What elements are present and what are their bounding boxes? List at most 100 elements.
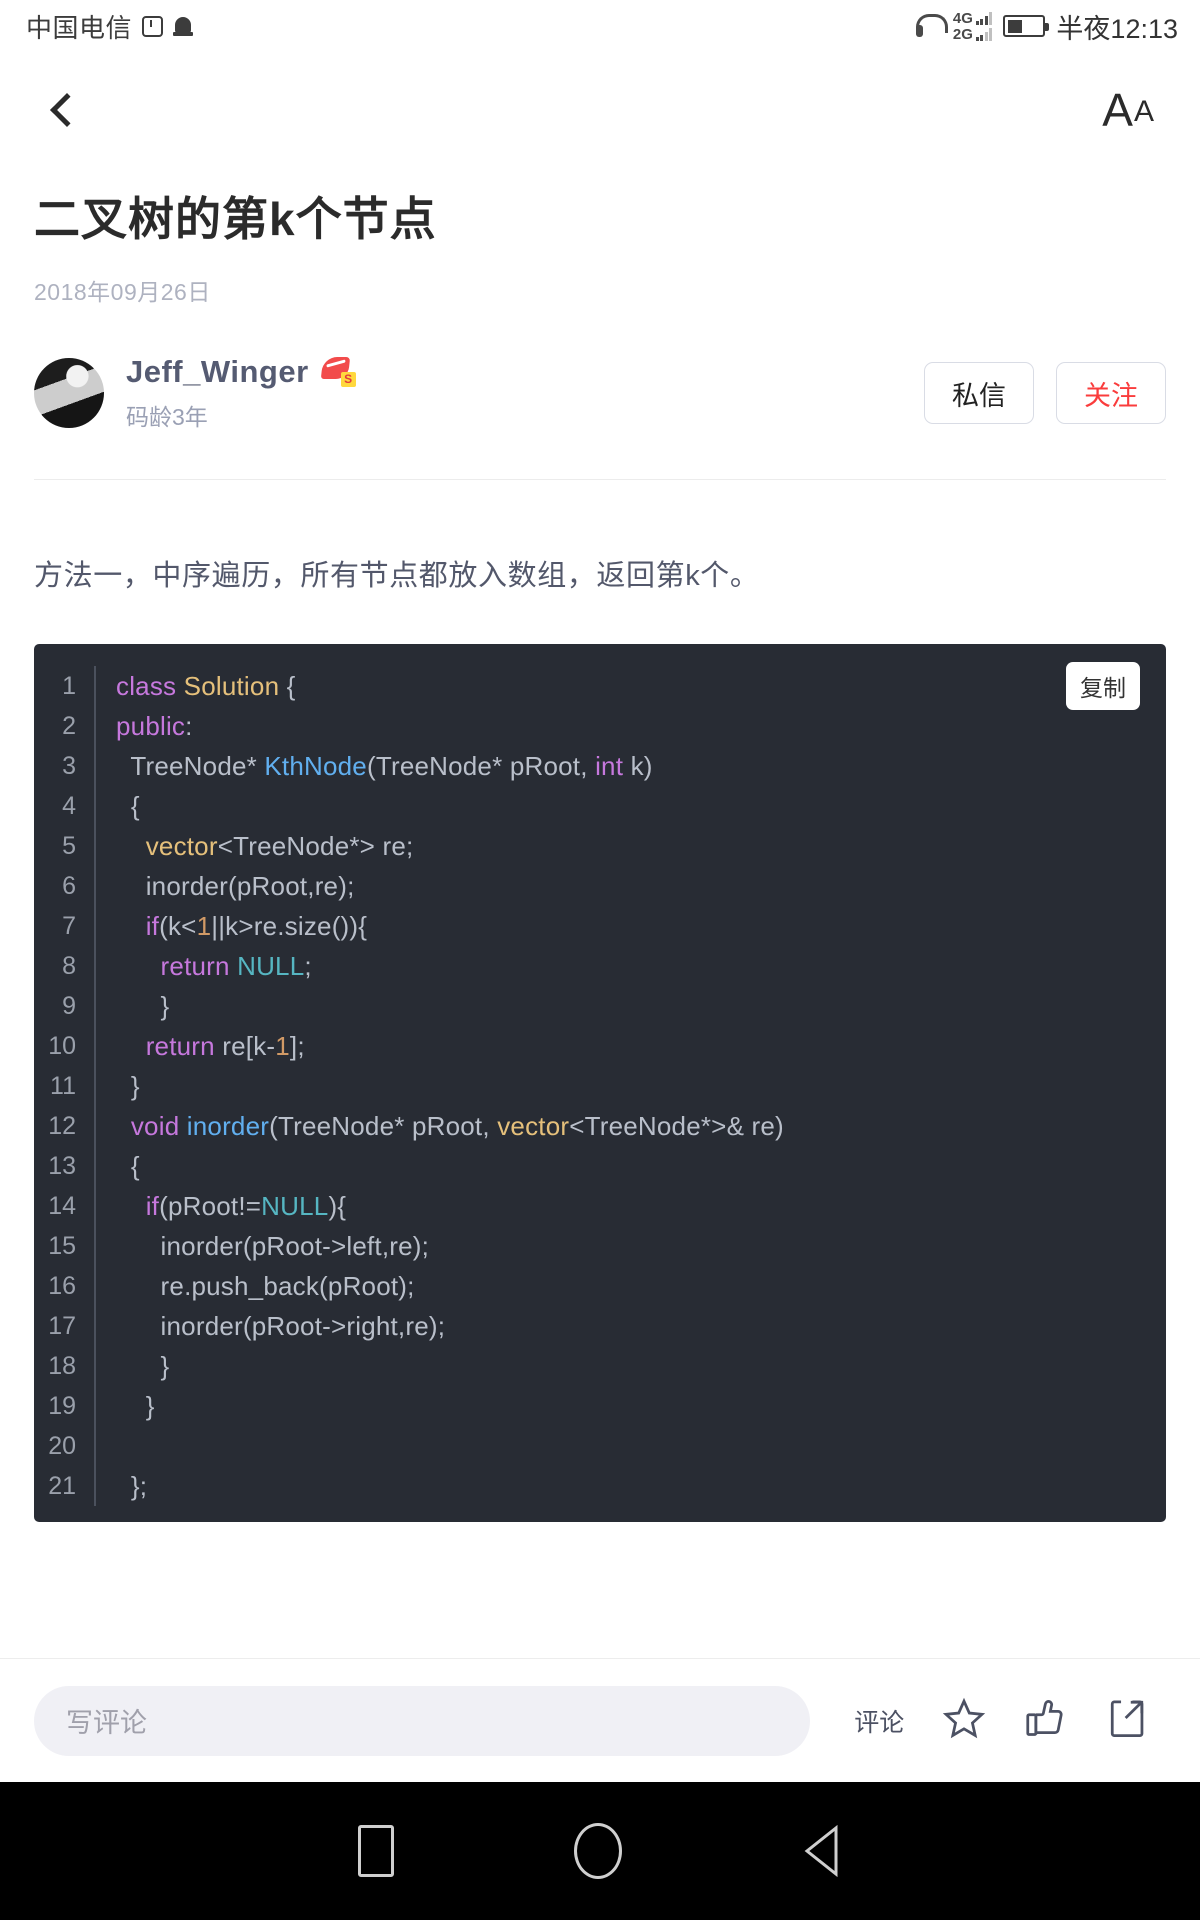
code-source: } xyxy=(96,1351,170,1382)
code-source: } xyxy=(96,1391,155,1422)
line-number: 11 xyxy=(50,1071,76,1100)
code-source: if(pRoot!=NULL){ xyxy=(96,1191,346,1222)
code-source: TreeNode* KthNode(TreeNode* pRoot, int k… xyxy=(96,751,653,782)
code-line: 3 TreeNode* KthNode(TreeNode* pRoot, int… xyxy=(34,746,1166,786)
home-circle-icon[interactable] xyxy=(574,1823,622,1879)
signal-icon: 4G 2G xyxy=(952,10,993,42)
app-nav-bar: A A xyxy=(0,52,1200,168)
code-token: TreeNode* xyxy=(130,750,265,781)
author-name[interactable]: Jeff_Winger xyxy=(126,354,309,390)
follow-button[interactable]: 关注 xyxy=(1056,362,1166,424)
line-number: 6 xyxy=(62,871,76,900)
author-row: Jeff_Winger S 码龄3年 私信 关注 xyxy=(34,351,1166,435)
code-line: 7 if(k<1||k>re.size()){ xyxy=(34,906,1166,946)
comment-placeholder: 写评论 xyxy=(66,1708,147,1738)
author-meta: Jeff_Winger S 码龄3年 xyxy=(126,354,924,432)
code-token: vector xyxy=(497,1110,570,1141)
code-token: NULL xyxy=(261,1190,329,1221)
back-button[interactable] xyxy=(34,80,94,140)
article-paragraph: 方法一，中序遍历，所有节点都放入数组，返回第k个。 xyxy=(34,560,760,592)
code-line: 2 public: xyxy=(34,706,1166,746)
status-bar-left: 中国电信 xyxy=(26,8,194,45)
line-number: 3 xyxy=(62,751,76,780)
android-navigation-bar xyxy=(0,1782,1200,1920)
code-token: <TreeNode*> re; xyxy=(217,830,414,861)
code-token: ]; xyxy=(289,1030,305,1061)
avatar[interactable] xyxy=(34,358,104,428)
line-number: 5 xyxy=(62,831,76,860)
back-chevron-icon xyxy=(50,93,84,127)
code-token: (TreeNode* pRoot, xyxy=(366,750,596,781)
badge-letter: S xyxy=(340,372,356,387)
code-source: return re[k-1]; xyxy=(96,1031,305,1062)
code-line: 10 return re[k-1]; xyxy=(34,1026,1166,1066)
code-token: inorder xyxy=(186,1110,270,1141)
signal-primary-label: 4G xyxy=(952,10,973,27)
like-button[interactable] xyxy=(1023,1695,1067,1746)
code-line: 16 re.push_back(pRoot); xyxy=(34,1266,1166,1306)
code-line: 21 }; xyxy=(34,1466,1166,1506)
code-source: inorder(pRoot,re); xyxy=(96,871,355,902)
code-line: 1 class Solution { xyxy=(34,666,1166,706)
code-gutter xyxy=(94,1426,96,1466)
line-number: 21 xyxy=(48,1471,76,1500)
code-source: inorder(pRoot->right,re); xyxy=(96,1311,445,1342)
author-level-badge-icon: S xyxy=(320,357,356,387)
code-token: int xyxy=(595,750,624,781)
code-line: 12 void inorder(TreeNode* pRoot, vector<… xyxy=(34,1106,1166,1146)
copy-code-button[interactable]: 复制 xyxy=(1066,662,1140,710)
code-token: re[k- xyxy=(222,1030,276,1061)
private-message-button[interactable]: 私信 xyxy=(924,362,1034,424)
favorite-button[interactable] xyxy=(941,1696,987,1745)
code-token: NULL xyxy=(237,950,305,981)
code-token: if xyxy=(145,910,160,941)
code-line: 20 xyxy=(34,1426,1166,1466)
code-line: 19 } xyxy=(34,1386,1166,1426)
code-token: return xyxy=(145,1030,223,1061)
line-number: 20 xyxy=(48,1431,76,1460)
line-number: 13 xyxy=(48,1151,76,1180)
line-number: 17 xyxy=(48,1311,76,1340)
share-button[interactable] xyxy=(1104,1695,1148,1746)
code-token: class xyxy=(116,670,184,701)
code-token: }; xyxy=(130,1470,148,1501)
code-lines[interactable]: 1 class Solution {2 public: 3 TreeNode* Kth… xyxy=(34,644,1166,1522)
code-line: 6 inorder(pRoot,re); xyxy=(34,866,1166,906)
code-token: { xyxy=(130,790,140,821)
line-number: 4 xyxy=(62,791,76,820)
code-token: vector xyxy=(145,830,218,861)
code-token: void xyxy=(130,1110,187,1141)
code-token: if xyxy=(145,1190,160,1221)
share-icon xyxy=(1110,1700,1144,1737)
recents-square-icon[interactable] xyxy=(358,1825,394,1877)
code-token: inorder(pRoot,re); xyxy=(145,870,355,901)
code-token: k) xyxy=(623,750,653,781)
code-token: { xyxy=(130,1150,140,1181)
code-token: : xyxy=(185,710,193,741)
code-source: if(k<1||k>re.size()){ xyxy=(96,911,367,942)
code-token: { xyxy=(279,670,296,701)
header-divider xyxy=(34,479,1166,480)
comment-count-button[interactable]: 评论 xyxy=(854,1703,904,1739)
code-source: re.push_back(pRoot); xyxy=(96,1271,415,1302)
code-source: { xyxy=(96,791,140,822)
code-line: 15 inorder(pRoot->left,re); xyxy=(34,1226,1166,1266)
code-line: 5 vector<TreeNode*> re; xyxy=(34,826,1166,866)
font-size-label-small: A xyxy=(1133,95,1154,128)
code-token: 1 xyxy=(275,1030,290,1061)
back-triangle-icon[interactable] xyxy=(802,1823,842,1879)
comment-input[interactable]: 写评论 xyxy=(34,1685,810,1756)
code-source: return NULL; xyxy=(96,951,312,982)
line-number: 8 xyxy=(62,951,76,980)
font-size-button[interactable]: A A xyxy=(1094,80,1162,140)
code-token: public xyxy=(116,710,186,741)
clock: 半夜12:13 xyxy=(1056,13,1178,44)
code-line: 14 if(pRoot!=NULL){ xyxy=(34,1186,1166,1226)
thumbs-up-icon xyxy=(1026,1700,1063,1736)
code-token: return xyxy=(160,950,238,981)
code-line: 8 return NULL; xyxy=(34,946,1166,986)
code-token: (pRoot!= xyxy=(159,1190,262,1221)
line-number: 15 xyxy=(48,1231,76,1260)
code-token: inorder(pRoot->left,re); xyxy=(160,1230,430,1261)
code-line: 17 inorder(pRoot->right,re); xyxy=(34,1306,1166,1346)
